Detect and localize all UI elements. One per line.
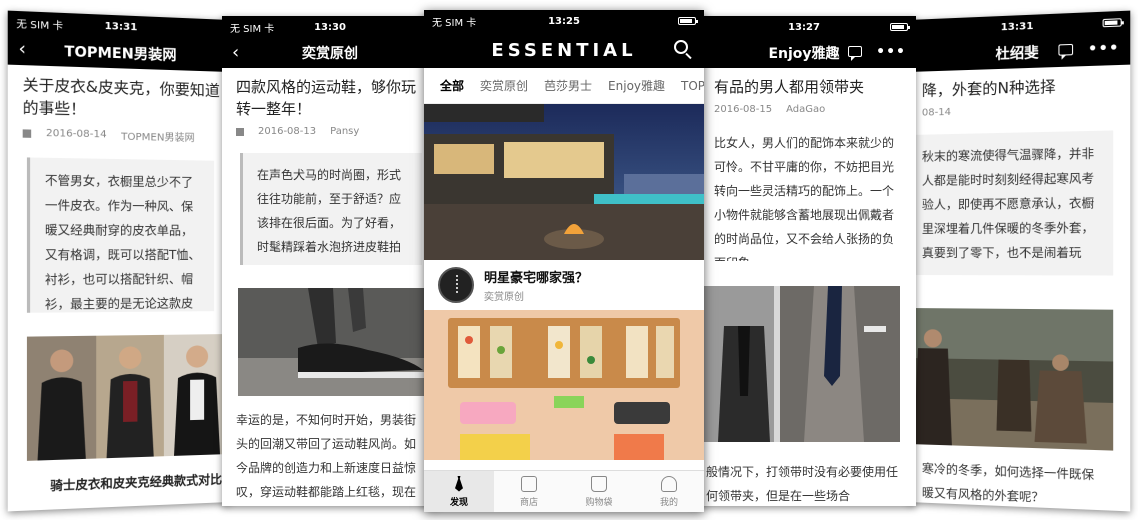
nav-title: 奕赏原创 xyxy=(302,46,358,62)
battery-icon xyxy=(678,17,698,25)
image-caption: 骑士皮衣和皮夹克经典款式对比 xyxy=(50,472,223,494)
tab-discover[interactable]: 发现 xyxy=(424,471,494,512)
article-source: TOPMEN男装网 xyxy=(121,131,195,145)
phone-sneaker: 无 SIM 卡 13:30 ‹ 奕赏原创 四款风格的运动鞋，够你玩转一整年！ 2… xyxy=(222,16,438,506)
article-meta: 2016-08-14 TOPMEN男装网 xyxy=(8,119,230,151)
search-icon[interactable] xyxy=(674,40,688,54)
comment-icon[interactable] xyxy=(1058,43,1074,56)
card-source: 奕赏原创 xyxy=(484,292,524,303)
nav-actions: ••• xyxy=(1058,40,1120,59)
battery-icon xyxy=(890,23,910,31)
avatar xyxy=(438,267,474,303)
phone-essential: 无 SIM 卡 13:25 ESSENTIAL 全部 奕赏原创 芭莎男士 Enj… xyxy=(424,10,704,512)
tab-label: 发现 xyxy=(449,497,468,508)
bottom-tab-bar: 发现 商店 购物袋 我的 xyxy=(424,470,704,512)
nav-bar: Enjoy雅趣 ••• xyxy=(692,38,916,68)
shopping-bag-icon xyxy=(591,475,607,492)
clock: 13:31 xyxy=(104,20,138,33)
tie-icon xyxy=(455,475,463,492)
tab-all[interactable]: 全部 xyxy=(440,77,464,94)
article-title: 有品的男人都用领带夹 xyxy=(714,78,865,96)
store-icon xyxy=(521,475,537,492)
sneaker-photo xyxy=(238,288,438,396)
article-title: 关于皮衣&皮夹克，你要知道的事些！ xyxy=(22,75,220,119)
article-body: 般情况下，打领带时没有必要使用任何领带夹，但是在一些场合 xyxy=(706,465,899,503)
clock: 13:31 xyxy=(1000,20,1034,33)
tab-label: 购物袋 xyxy=(585,497,613,508)
clock: 13:27 xyxy=(788,21,820,33)
category-square-icon xyxy=(22,128,32,138)
phone-topmen: 无 SIM 卡 13:31 ‹ TOPMEN男装网 关于皮衣&皮夹克，你要知道的… xyxy=(7,10,231,512)
tab-topmen[interactable]: TOPMEN xyxy=(681,79,704,93)
article-quote: 在声色犬马的时尚圈，形式往往功能前，至于舒适？应该排在很后面。为了好看，时髦精踩… xyxy=(240,153,422,265)
article-quote: 比女人，男人们的配饰本来就少的可怜。不甘平庸的你，不妨把目光转向一些灵活精巧的配… xyxy=(714,136,895,261)
nav-title: TOPMEN男装网 xyxy=(64,43,177,65)
user-icon xyxy=(661,475,677,492)
article-quote: 不管男女，衣橱里总少不了一件皮衣。作为一种风、保暖又经典耐穿的皮衣单品，又有格调… xyxy=(26,157,215,313)
category-tabs: 全部 奕赏原创 芭莎男士 Enjoy雅趣 TOPMEN xyxy=(424,68,704,104)
winter-coat-photo xyxy=(908,308,1114,451)
leather-jacket-photo xyxy=(26,334,230,461)
article-source: AdaGao xyxy=(786,104,826,115)
article-title: 四款风格的运动鞋，够你玩转一整年！ xyxy=(236,78,417,118)
more-icon[interactable]: ••• xyxy=(876,44,906,60)
nav-bar: ‹ 奕赏原创 xyxy=(222,38,438,68)
card-title: 明星豪宅哪家强？ xyxy=(484,271,589,286)
status-bar: 无 SIM 卡 13:30 xyxy=(222,16,438,38)
clock: 13:25 xyxy=(548,15,580,27)
article-date: 2016-08-13 xyxy=(258,126,317,137)
phone-du: 13:31 杜绍斐 ••• 降，外套的N种选择 08-14 秋末的寒流使得气温骤… xyxy=(908,10,1131,512)
article-body: 寒冷的冬季，如何选择一件既保暖又有风格的外套呢？ xyxy=(921,461,1095,505)
tab-store[interactable]: 商店 xyxy=(494,471,564,512)
nav-actions: ••• xyxy=(848,44,906,61)
tab-original[interactable]: 奕赏原创 xyxy=(480,77,528,94)
article-body: 幸运的是，不知何时开始，男装街头的回潮又带回了运动鞋风尚。如今品牌的创造力和上新… xyxy=(236,413,417,499)
category-square-icon xyxy=(236,127,244,136)
brand-header: ESSENTIAL xyxy=(424,32,704,68)
tab-cart[interactable]: 购物袋 xyxy=(564,471,634,512)
article-source: Pansy xyxy=(330,126,360,137)
tab-label: 商店 xyxy=(519,497,538,508)
article-date: 2016-08-14 xyxy=(45,127,107,141)
status-bar: 13:27 xyxy=(692,16,916,38)
article-meta: 2016-08-15 AdaGao xyxy=(692,98,916,121)
comment-icon[interactable] xyxy=(848,46,863,61)
tab-enjoy[interactable]: Enjoy雅趣 xyxy=(608,77,665,94)
tab-profile[interactable]: 我的 xyxy=(634,471,704,512)
brand-logo: ESSENTIAL xyxy=(491,39,637,61)
article-quote: 秋末的寒流使得气温骤降，并非人都是能时时刻刻经得起寒风考验人，即使再不愿意承认，… xyxy=(908,130,1114,276)
status-bar: 无 SIM 卡 13:25 xyxy=(424,10,704,32)
battery-icon xyxy=(1102,18,1122,28)
more-icon[interactable]: ••• xyxy=(1088,40,1120,58)
article-meta: 2016-08-13 Pansy xyxy=(222,120,438,143)
phone-enjoy: 13:27 Enjoy雅趣 ••• 有品的男人都用领带夹 2016-08-15 … xyxy=(692,16,916,506)
bento-photo[interactable] xyxy=(424,310,704,460)
article-date: 08-14 xyxy=(921,106,951,119)
villa-photo[interactable] xyxy=(424,104,704,260)
clock: 13:30 xyxy=(314,21,346,33)
article-date: 2016-08-15 xyxy=(714,104,773,115)
article-card-header[interactable]: 明星豪宅哪家强？ 奕赏原创 xyxy=(424,260,704,310)
tab-label: 我的 xyxy=(659,497,678,508)
tie-clip-photo xyxy=(704,286,900,442)
tab-bazaar-men[interactable]: 芭莎男士 xyxy=(544,77,592,94)
